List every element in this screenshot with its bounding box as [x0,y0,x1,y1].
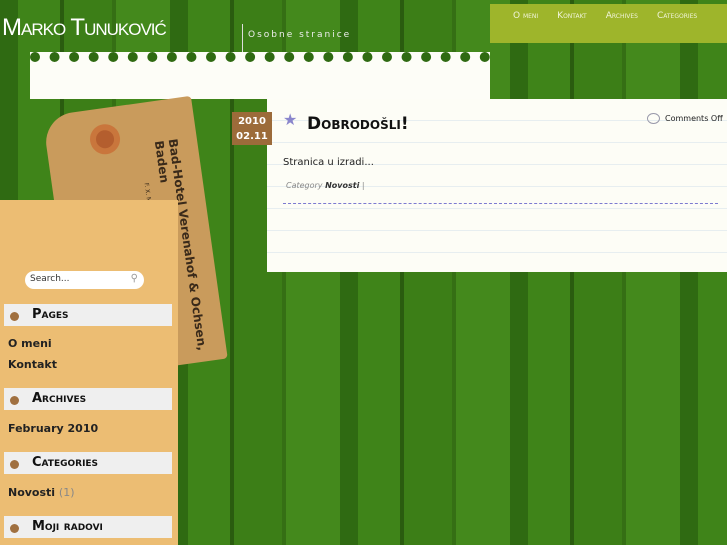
sidebar-category-novosti[interactable]: Novosti (1) [8,486,75,499]
widget-title-archives: Archives [4,388,172,410]
comments-text: Comments Off [665,114,723,123]
post-date: 2010 02.11 [232,112,272,145]
sidebar: Search... ⚲ Pages O meni Kontakt Archives… [0,200,178,545]
post-meta: Category Novosti | [286,181,365,190]
category-label: Category [286,181,323,190]
nav-archives[interactable]: Archives [606,11,638,43]
sidebar-link-o-meni[interactable]: O meni [8,337,52,350]
search-icon[interactable]: ⚲ [131,273,138,284]
category-label[interactable]: Novosti [8,486,55,499]
sidebar-link-february-2010[interactable]: February 2010 [8,422,98,435]
nav-kontakt[interactable]: Kontakt [557,11,587,43]
category-count: (1) [58,486,75,499]
nav-o-meni[interactable]: O meni [513,11,538,43]
search-input[interactable]: Search... ⚲ [25,271,144,289]
post-title[interactable]: Dobrodošli! [307,114,409,134]
widget-title-pages: Pages [4,304,172,326]
widget-title-categories: Categories [4,452,172,474]
post-year: 2010 [238,116,266,127]
widget-title-moji-radovi: Moji radovi [4,516,172,538]
post-day: 02.11 [236,131,268,142]
search-placeholder: Search... [30,274,70,284]
star-icon: ★ [283,110,298,129]
meta-separator: | [361,181,365,190]
site-title[interactable]: Marko Tunuković [2,14,167,42]
post-body: Stranica u izradi... [283,157,374,168]
notebook-paper-decoration [30,52,490,99]
sidebar-link-kontakt[interactable]: Kontakt [8,358,57,371]
site-tagline: Osobne stranice [242,24,351,52]
main-nav: O meni Kontakt Archives Categories [490,4,727,43]
nav-categories[interactable]: Categories [657,11,697,43]
comments-status: Comments Off [647,113,723,124]
tag-hole [88,122,122,157]
comment-bubble-icon [647,113,660,124]
post-divider [283,203,718,204]
post-category-link[interactable]: Novosti [325,181,359,190]
